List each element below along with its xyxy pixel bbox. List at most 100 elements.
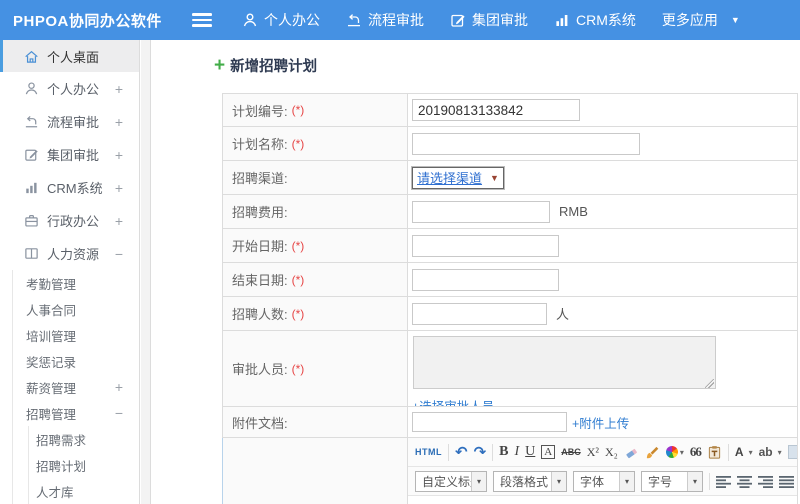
eraser-icon[interactable]	[624, 445, 639, 460]
bold-button[interactable]: B	[499, 444, 508, 460]
editor-content-area[interactable]	[408, 496, 797, 504]
align-left-button[interactable]	[716, 474, 731, 489]
start-date-input[interactable]	[412, 234, 559, 257]
align-right-button[interactable]	[758, 474, 773, 489]
label-text: 计划名称:	[232, 137, 288, 152]
hamburger-menu-icon[interactable]	[192, 13, 212, 27]
italic-button[interactable]: I	[515, 444, 520, 460]
channel-select[interactable]: 请选择渠道 ▼	[412, 166, 504, 189]
redo-button[interactable]: ↷	[474, 443, 487, 461]
align-right-icon	[758, 475, 773, 488]
font-style-button[interactable]: A	[541, 445, 556, 459]
sidebar-item-recruit-demand[interactable]: 招聘需求	[29, 426, 139, 452]
custom-title-dropdown[interactable]: 自定义标题 ▾	[415, 470, 487, 492]
cost-input[interactable]	[412, 200, 550, 223]
caret-down-icon: ▼	[490, 172, 499, 183]
clipped-toolbar-button[interactable]	[787, 445, 797, 459]
sidebar-item-admin-office[interactable]: 行政办公 +	[0, 204, 139, 237]
person-icon	[25, 82, 38, 95]
sidebar-item-label: 行政办公	[47, 214, 100, 229]
form-row-end-date: 结束日期: (*)	[222, 263, 798, 297]
home-icon	[25, 50, 38, 63]
nav-workflow-approval[interactable]: 流程审批	[346, 10, 424, 30]
font-family-dropdown[interactable]: 字体 ▾	[573, 470, 635, 492]
nav-group-approval[interactable]: 集团审批	[450, 10, 528, 30]
sidebar-item-workflow-approval[interactable]: 流程审批 +	[0, 105, 139, 138]
sidebar-item-group-approval[interactable]: 集团审批 +	[0, 138, 139, 171]
unit-suffix: 人	[556, 307, 570, 322]
field-label: 招聘人数: (*)	[223, 297, 408, 330]
recruit-submenu: 招聘需求 招聘计划 人才库	[28, 426, 139, 504]
caret-small-icon: ▾	[777, 447, 782, 457]
sub-item-label: 招聘需求	[36, 433, 87, 448]
field-label-empty	[223, 438, 408, 504]
attachment-upload-link[interactable]: +附件上传	[572, 413, 629, 432]
label-text: 招聘费用:	[232, 205, 288, 220]
form-row-approvers: 审批人员: (*) +选择审批人员	[222, 331, 798, 407]
blockquote-button[interactable]: 66	[690, 444, 702, 460]
align-center-icon	[737, 475, 752, 488]
caret-small-icon: ▾	[748, 447, 753, 457]
sidebar-item-desktop[interactable]: 个人桌面	[0, 40, 139, 72]
select-approvers-link[interactable]: +选择审批人员	[412, 396, 494, 406]
paragraph-format-dropdown[interactable]: 段落格式 ▾	[493, 470, 567, 492]
caret-small-icon: ▾	[679, 447, 684, 457]
dropdown-value: 自定义标题	[422, 474, 471, 489]
align-left-icon	[716, 475, 731, 488]
app-logo: PHPOA协同办公软件	[13, 12, 162, 30]
top-nav: 个人办公 流程审批 集团审批 CRM系统 更多应用 ▼	[242, 10, 740, 30]
pencil-square-icon	[25, 149, 38, 161]
font-size-dropdown[interactable]: 字号 ▾	[641, 470, 703, 492]
required-mark: (*)	[291, 361, 305, 376]
align-justify-button[interactable]	[779, 474, 794, 489]
highlight-color-button[interactable]: ab ▾	[759, 445, 782, 459]
sidebar-item-attendance[interactable]: 考勤管理	[13, 270, 139, 296]
paste-as-text-icon[interactable]	[707, 445, 722, 460]
approvers-textarea[interactable]	[413, 336, 716, 389]
sub-item-label: 考勤管理	[26, 277, 77, 292]
sidebar-item-salary[interactable]: 薪资管理 +	[13, 374, 139, 400]
nav-label: 个人办公	[264, 12, 320, 28]
collapse-minus-icon: −	[114, 405, 123, 421]
sidebar-item-hr-contract[interactable]: 人事合同	[13, 296, 139, 322]
editor-toolbar-row-2: 自定义标题 ▾ 段落格式 ▾ 字体 ▾ 字号 ▾	[408, 467, 797, 496]
caret-small-icon: ▾	[619, 471, 634, 491]
sidebar-gutter	[141, 40, 151, 504]
attachment-input[interactable]	[412, 412, 567, 432]
label-text: 结束日期:	[232, 273, 288, 288]
nav-crm-system[interactable]: CRM系统	[554, 10, 636, 30]
flow-undo-icon	[348, 14, 360, 27]
superscript-button[interactable]: X²	[587, 445, 599, 460]
subscript-button[interactable]: X₂	[605, 445, 618, 460]
select-value: 请选择渠道	[417, 171, 483, 186]
page-title: 新增招聘计划	[230, 59, 318, 75]
sidebar-item-crm[interactable]: CRM系统 +	[0, 171, 139, 204]
sidebar-item-training[interactable]: 培训管理	[13, 322, 139, 348]
nav-personal-office[interactable]: 个人办公	[242, 10, 320, 30]
sidebar-item-recruit-plan[interactable]: 招聘计划	[29, 452, 139, 478]
sidebar-item-rewards[interactable]: 奖惩记录	[13, 348, 139, 374]
sidebar-item-recruit-mgmt[interactable]: 招聘管理 −	[13, 400, 139, 426]
align-center-button[interactable]	[737, 474, 752, 489]
end-date-input[interactable]	[412, 268, 559, 291]
dropdown-value: 段落格式	[500, 474, 549, 489]
recruit-plan-form: 计划编号: (*) 计划名称: (*) 招聘渠道: 请选择渠道	[222, 93, 798, 504]
field-label: 招聘费用:	[223, 195, 408, 228]
color-palette-button[interactable]: ▾	[665, 446, 684, 458]
strikethrough-button[interactable]: ABC	[561, 447, 581, 457]
html-source-button[interactable]: HTML	[415, 447, 442, 457]
plan-number-input[interactable]	[412, 99, 580, 121]
sidebar-item-label: 人力资源	[47, 247, 100, 262]
nav-more-apps[interactable]: 更多应用 ▼	[662, 10, 740, 30]
format-brush-icon[interactable]	[645, 445, 660, 460]
underline-button[interactable]: U	[525, 444, 535, 460]
sidebar-item-talent-pool[interactable]: 人才库	[29, 478, 139, 504]
sidebar-item-hr[interactable]: 人力资源 −	[0, 237, 139, 270]
font-color-button[interactable]: A ▾	[735, 445, 753, 459]
undo-button[interactable]: ↶	[455, 443, 468, 461]
resize-grip[interactable]	[705, 379, 714, 388]
sidebar-item-personal-office[interactable]: 个人办公 +	[0, 72, 139, 105]
plan-name-input[interactable]	[412, 132, 640, 155]
headcount-input[interactable]	[412, 302, 547, 325]
field-label: 结束日期: (*)	[223, 263, 408, 296]
